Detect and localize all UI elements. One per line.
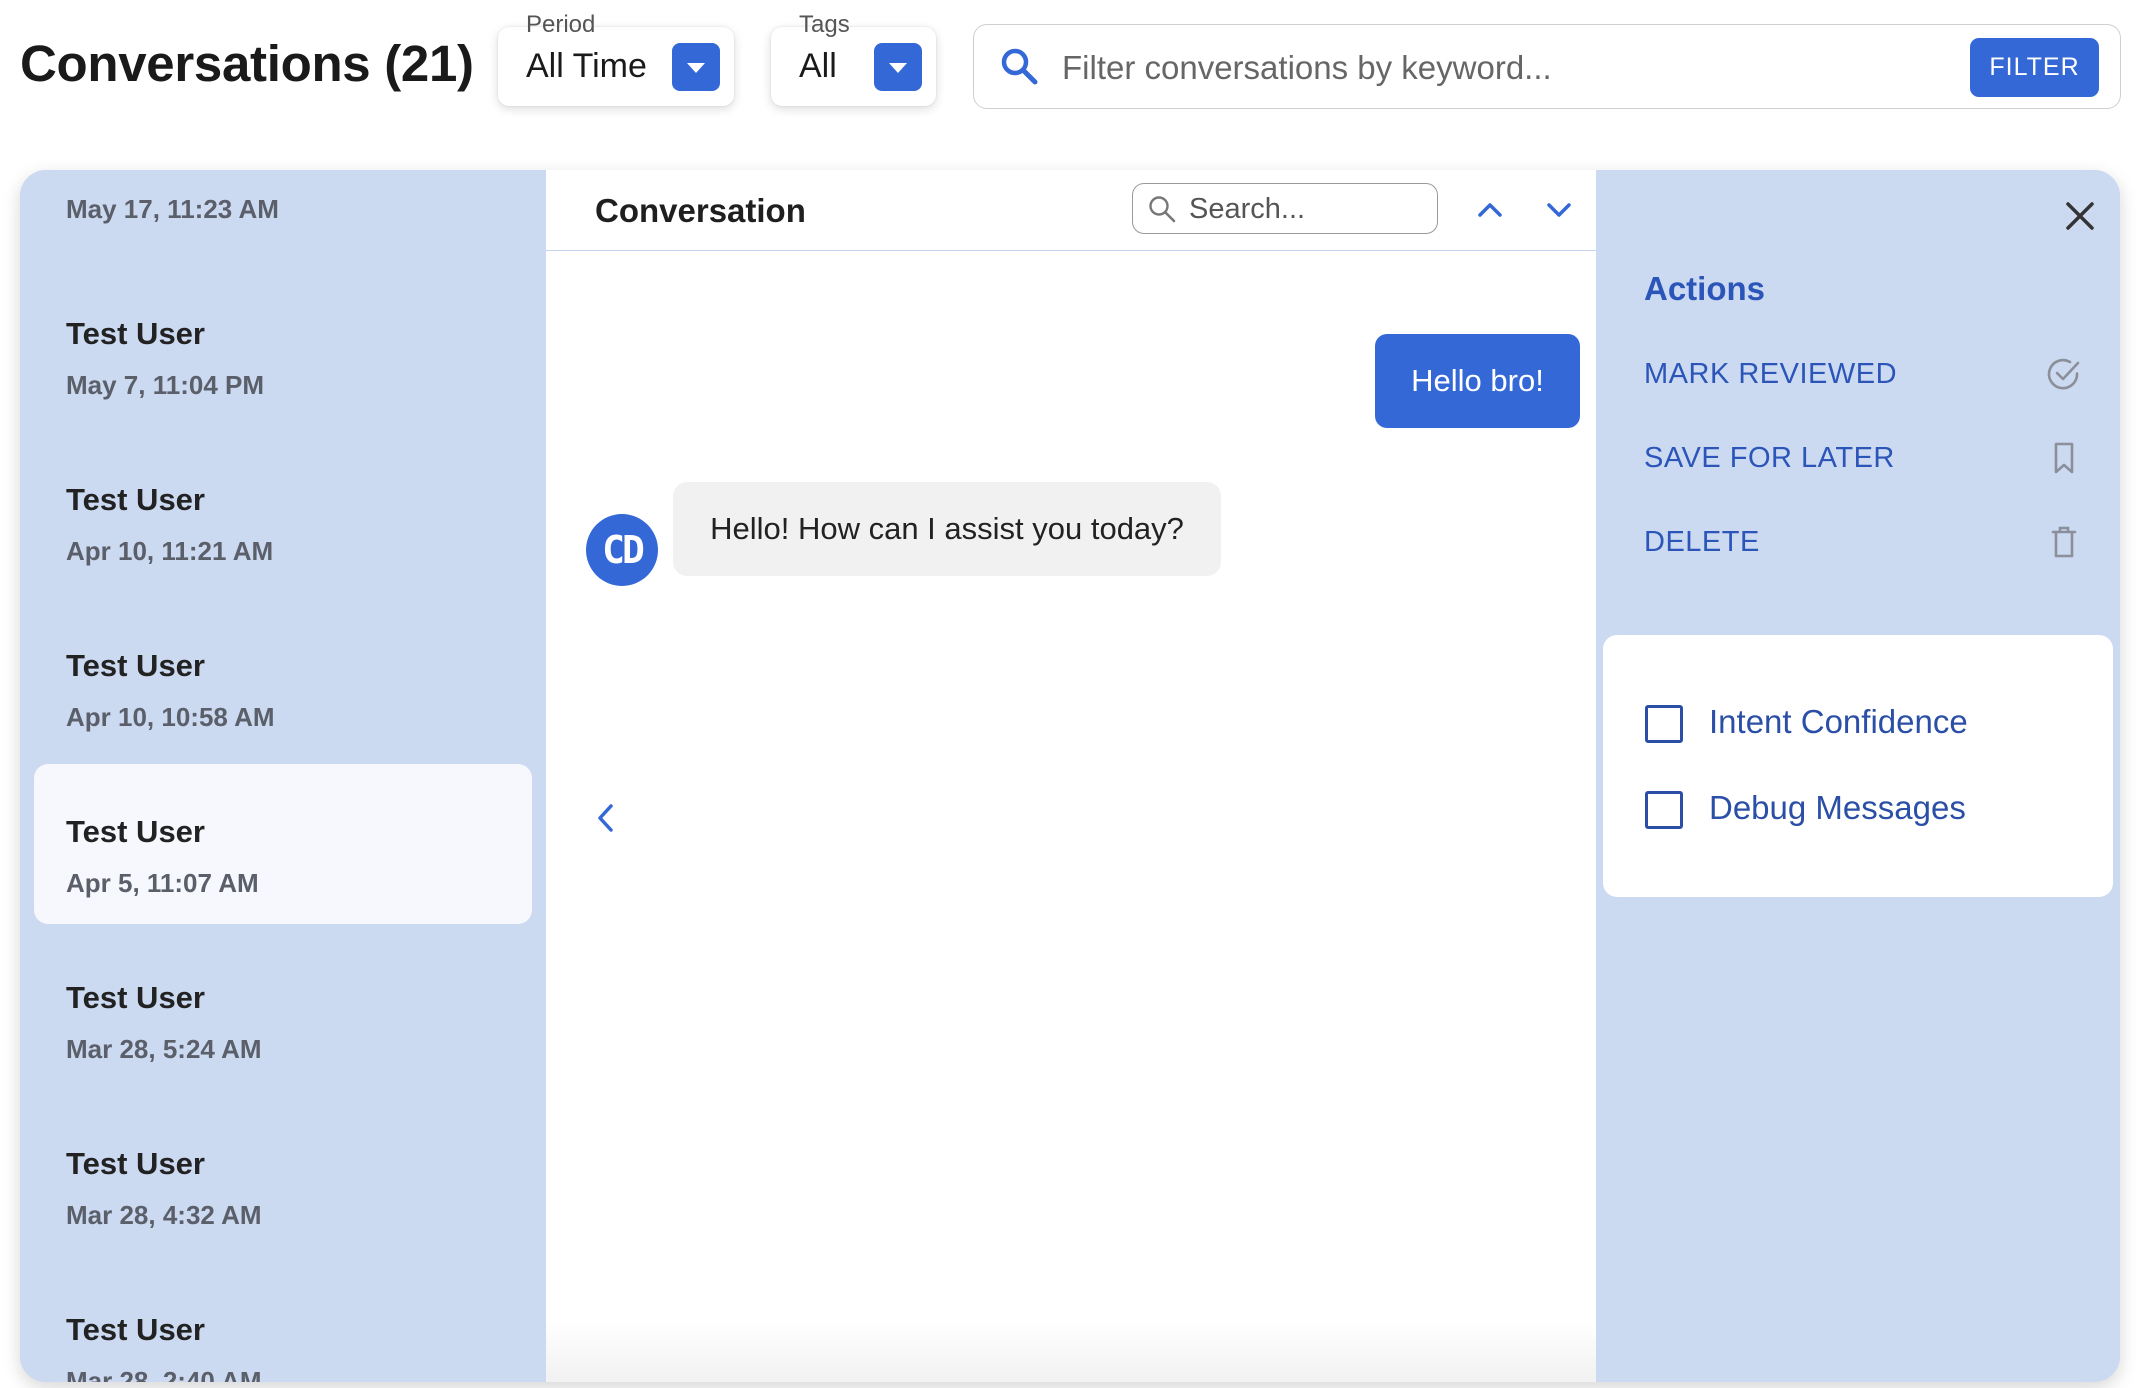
close-icon[interactable] <box>2060 196 2100 236</box>
list-item-name: Test User <box>66 1312 205 1347</box>
conversation-title: Conversation <box>595 192 806 229</box>
list-item-selected[interactable]: Test User Apr 5, 11:07 AM <box>34 764 532 924</box>
bot-avatar: CD <box>586 514 658 586</box>
debug-messages-label: Debug Messages <box>1709 789 1966 826</box>
list-item[interactable]: Test User Apr 10, 10:58 AM <box>34 598 532 758</box>
list-item-date: May 17, 11:23 AM <box>66 194 279 224</box>
delete-button[interactable]: DELETE <box>1644 518 2084 568</box>
list-item-name: Test User <box>66 814 205 849</box>
chevron-down-icon[interactable] <box>874 43 922 91</box>
chevron-down-icon[interactable] <box>672 43 720 91</box>
tags-value: All <box>799 47 837 85</box>
chevron-left-icon[interactable] <box>591 798 621 838</box>
bot-message-bubble: Hello! How can I assist you today? <box>673 482 1221 576</box>
list-item[interactable]: Test User Mar 28, 2:40 AM <box>34 1262 532 1382</box>
list-item[interactable]: Test User Apr 10, 11:21 AM <box>34 432 532 592</box>
chevron-up-icon[interactable] <box>1472 192 1508 228</box>
list-item-name: Test User <box>66 980 205 1015</box>
delete-label: DELETE <box>1644 526 1760 558</box>
tags-label: Tags <box>799 11 850 38</box>
keyword-filter-input[interactable]: Filter conversations by keyword... FILTE… <box>973 24 2121 109</box>
list-item-date: Mar 28, 2:40 AM <box>66 1366 262 1382</box>
debug-messages-option[interactable]: Debug Messages <box>1645 787 2085 831</box>
list-item[interactable]: Test User May 7, 11:04 PM <box>34 266 532 426</box>
actions-panel: Actions MARK REVIEWED SAVE FOR LATER DEL… <box>1596 170 2120 1382</box>
list-item-date: Mar 28, 4:32 AM <box>66 1200 262 1230</box>
intent-confidence-label: Intent Confidence <box>1709 703 1968 740</box>
list-item[interactable]: Test User Mar 28, 5:24 AM <box>34 930 532 1090</box>
conversation-workspace: May 17, 11:23 AM Test User May 7, 11:04 … <box>20 170 2120 1382</box>
debug-messages-checkbox[interactable] <box>1645 791 1683 829</box>
list-item-name: Test User <box>66 1146 205 1181</box>
chevron-down-icon[interactable] <box>1541 192 1577 228</box>
panel-fade <box>546 1322 1596 1382</box>
list-item-name: Test User <box>66 648 205 683</box>
page-title: Conversations (21) <box>20 35 474 92</box>
conversation-header: Conversation Search... <box>546 170 1596 251</box>
filter-button[interactable]: FILTER <box>1970 38 2099 97</box>
keyword-filter-placeholder: Filter conversations by keyword... <box>1062 49 1552 86</box>
conversation-panel: Conversation Search... Hello bro! CD Hel… <box>546 170 1596 1382</box>
period-value: All Time <box>526 47 647 85</box>
save-for-later-label: SAVE FOR LATER <box>1644 442 1895 474</box>
list-item[interactable]: Test User Mar 28, 4:32 AM <box>34 1096 532 1256</box>
search-icon <box>1001 48 1038 85</box>
display-options-card: Intent Confidence Debug Messages <box>1603 635 2113 897</box>
check-circle-icon <box>2047 358 2080 390</box>
list-item-name: Test User <box>66 482 205 517</box>
tags-dropdown[interactable]: Tags All <box>771 11 936 106</box>
search-icon <box>1149 196 1176 223</box>
list-item-date: May 7, 11:04 PM <box>66 370 264 400</box>
mark-reviewed-button[interactable]: MARK REVIEWED <box>1644 350 2084 400</box>
intent-confidence-checkbox[interactable] <box>1645 705 1683 743</box>
period-dropdown[interactable]: Period All Time <box>498 11 734 106</box>
period-label: Period <box>526 11 596 38</box>
list-item-date: Mar 28, 5:24 AM <box>66 1034 262 1064</box>
list-item-date: Apr 10, 10:58 AM <box>66 702 275 732</box>
trash-icon <box>2051 526 2077 558</box>
actions-title: Actions <box>1644 270 1766 307</box>
user-message-bubble: Hello bro! <box>1375 334 1580 428</box>
mark-reviewed-label: MARK REVIEWED <box>1644 358 1898 390</box>
list-item-date: Apr 5, 11:07 AM <box>66 868 259 898</box>
list-item-name: Test User <box>66 316 205 351</box>
bookmark-icon <box>2054 442 2074 474</box>
list-item-date: Apr 10, 11:21 AM <box>66 536 274 566</box>
intent-confidence-option[interactable]: Intent Confidence <box>1645 701 2085 745</box>
save-for-later-button[interactable]: SAVE FOR LATER <box>1644 434 2084 484</box>
conversation-list[interactable]: May 17, 11:23 AM Test User May 7, 11:04 … <box>20 170 546 1382</box>
conversation-search-placeholder: Search... <box>1189 193 1306 225</box>
conversation-search-input[interactable]: Search... <box>1132 183 1438 234</box>
